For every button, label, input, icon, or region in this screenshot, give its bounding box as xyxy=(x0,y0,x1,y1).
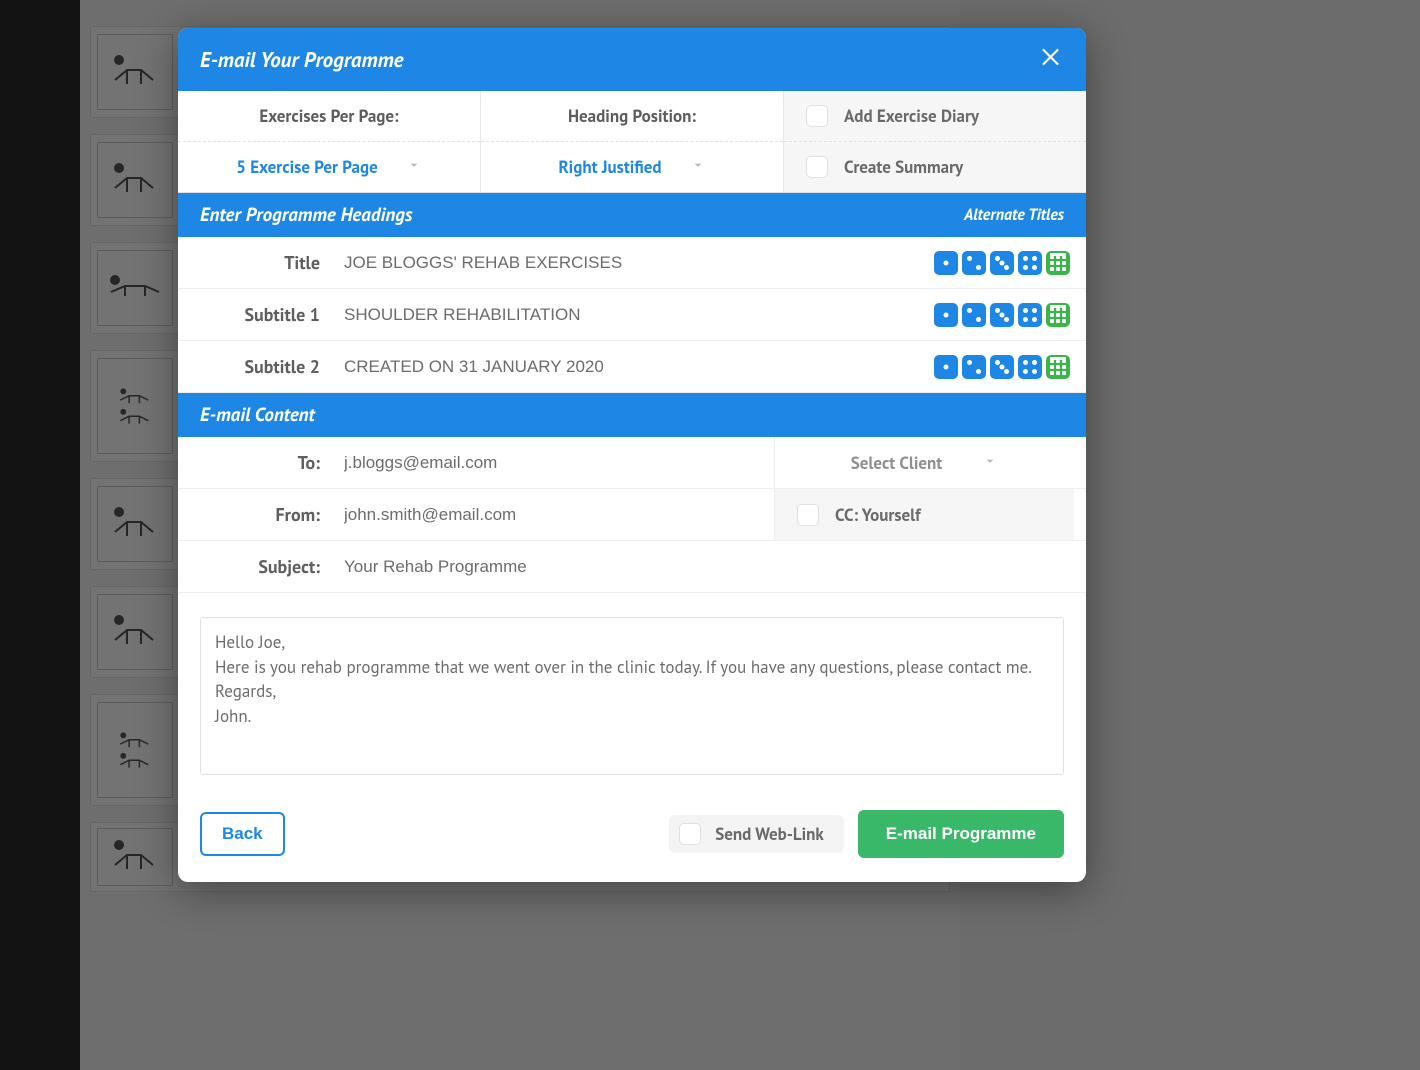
die-2-icon[interactable] xyxy=(962,355,986,379)
subtitle1-row: Subtitle 1 xyxy=(178,289,1086,341)
headings-section-header: Enter Programme Headings Alternate Title… xyxy=(178,193,1086,237)
create-summary-checkbox[interactable]: Create Summary xyxy=(784,141,1086,192)
die-1-icon[interactable] xyxy=(934,303,958,327)
email-programme-button[interactable]: E-mail Programme xyxy=(858,810,1064,858)
exercises-per-page-select[interactable]: 5 Exercise Per Page xyxy=(178,142,480,192)
cc-label: CC: Yourself xyxy=(835,504,921,526)
from-input[interactable] xyxy=(338,493,774,537)
subject-label: Subject: xyxy=(178,555,338,578)
title-row: Title xyxy=(178,237,1086,289)
from-label: From: xyxy=(178,503,338,526)
add-exercise-diary-checkbox[interactable]: Add Exercise Diary xyxy=(784,91,1086,141)
select-client-dropdown[interactable]: Select Client xyxy=(774,437,1074,488)
chevron-down-icon xyxy=(690,156,706,178)
subject-input[interactable] xyxy=(338,545,1074,589)
select-client-label: Select Client xyxy=(851,452,942,474)
die-4-icon[interactable] xyxy=(1018,355,1042,379)
subtitle1-label: Subtitle 1 xyxy=(178,303,338,326)
subtitle2-row: Subtitle 2 xyxy=(178,341,1086,393)
die-3-icon[interactable] xyxy=(990,251,1014,275)
checkbox-icon xyxy=(806,156,828,178)
die-2-icon[interactable] xyxy=(962,303,986,327)
cc-yourself-checkbox[interactable]: CC: Yourself xyxy=(774,489,1074,540)
heading-position-select[interactable]: Right Justified xyxy=(481,142,783,192)
email-section-title: E-mail Content xyxy=(200,403,315,427)
exercises-per-page-label: Exercises Per Page: xyxy=(178,91,480,142)
message-textarea[interactable] xyxy=(200,617,1064,775)
die-4-icon[interactable] xyxy=(1018,303,1042,327)
title-input[interactable] xyxy=(338,241,934,285)
headings-section-title: Enter Programme Headings xyxy=(200,203,412,227)
back-button[interactable]: Back xyxy=(200,812,285,856)
modal-footer: Back Send Web-Link E-mail Programme xyxy=(178,792,1086,882)
die-4-icon[interactable] xyxy=(1018,251,1042,275)
checkbox-icon xyxy=(679,823,701,845)
die-3-icon[interactable] xyxy=(990,355,1014,379)
chevron-down-icon xyxy=(982,452,998,474)
email-programme-modal: E-mail Your Programme Exercises Per Page… xyxy=(178,28,1086,882)
die-1-icon[interactable] xyxy=(934,251,958,275)
calendar-icon[interactable] xyxy=(1046,303,1070,327)
create-summary-label: Create Summary xyxy=(844,156,963,178)
alternate-titles-label: Alternate Titles xyxy=(964,205,1064,225)
subtitle2-input[interactable] xyxy=(338,345,934,389)
heading-position-label: Heading Position: xyxy=(481,91,783,142)
subtitle1-input[interactable] xyxy=(338,293,934,337)
subtitle2-label: Subtitle 2 xyxy=(178,355,338,378)
send-weblink-toggle[interactable]: Send Web-Link xyxy=(669,815,844,853)
heading-position-value: Right Justified xyxy=(558,156,661,178)
checkbox-icon xyxy=(797,504,819,526)
options-row: Exercises Per Page: 5 Exercise Per Page … xyxy=(178,91,1086,193)
calendar-icon[interactable] xyxy=(1046,355,1070,379)
chevron-down-icon xyxy=(406,156,422,178)
title-label: Title xyxy=(178,251,338,274)
calendar-icon[interactable] xyxy=(1046,251,1070,275)
send-weblink-label: Send Web-Link xyxy=(715,823,824,845)
to-label: To: xyxy=(178,451,338,474)
exercises-per-page-value: 5 Exercise Per Page xyxy=(236,156,377,178)
title-alt-icons xyxy=(934,251,1074,275)
die-3-icon[interactable] xyxy=(990,303,1014,327)
to-input[interactable] xyxy=(338,441,774,485)
email-section-header: E-mail Content xyxy=(178,393,1086,437)
from-row: From: CC: Yourself xyxy=(178,489,1086,541)
modal-header: E-mail Your Programme xyxy=(178,28,1086,91)
to-row: To: Select Client xyxy=(178,437,1086,489)
add-diary-label: Add Exercise Diary xyxy=(844,105,979,127)
die-2-icon[interactable] xyxy=(962,251,986,275)
checkbox-icon xyxy=(806,105,828,127)
close-icon[interactable] xyxy=(1038,44,1064,75)
die-1-icon[interactable] xyxy=(934,355,958,379)
modal-title: E-mail Your Programme xyxy=(200,46,403,73)
subject-row: Subject: xyxy=(178,541,1086,593)
